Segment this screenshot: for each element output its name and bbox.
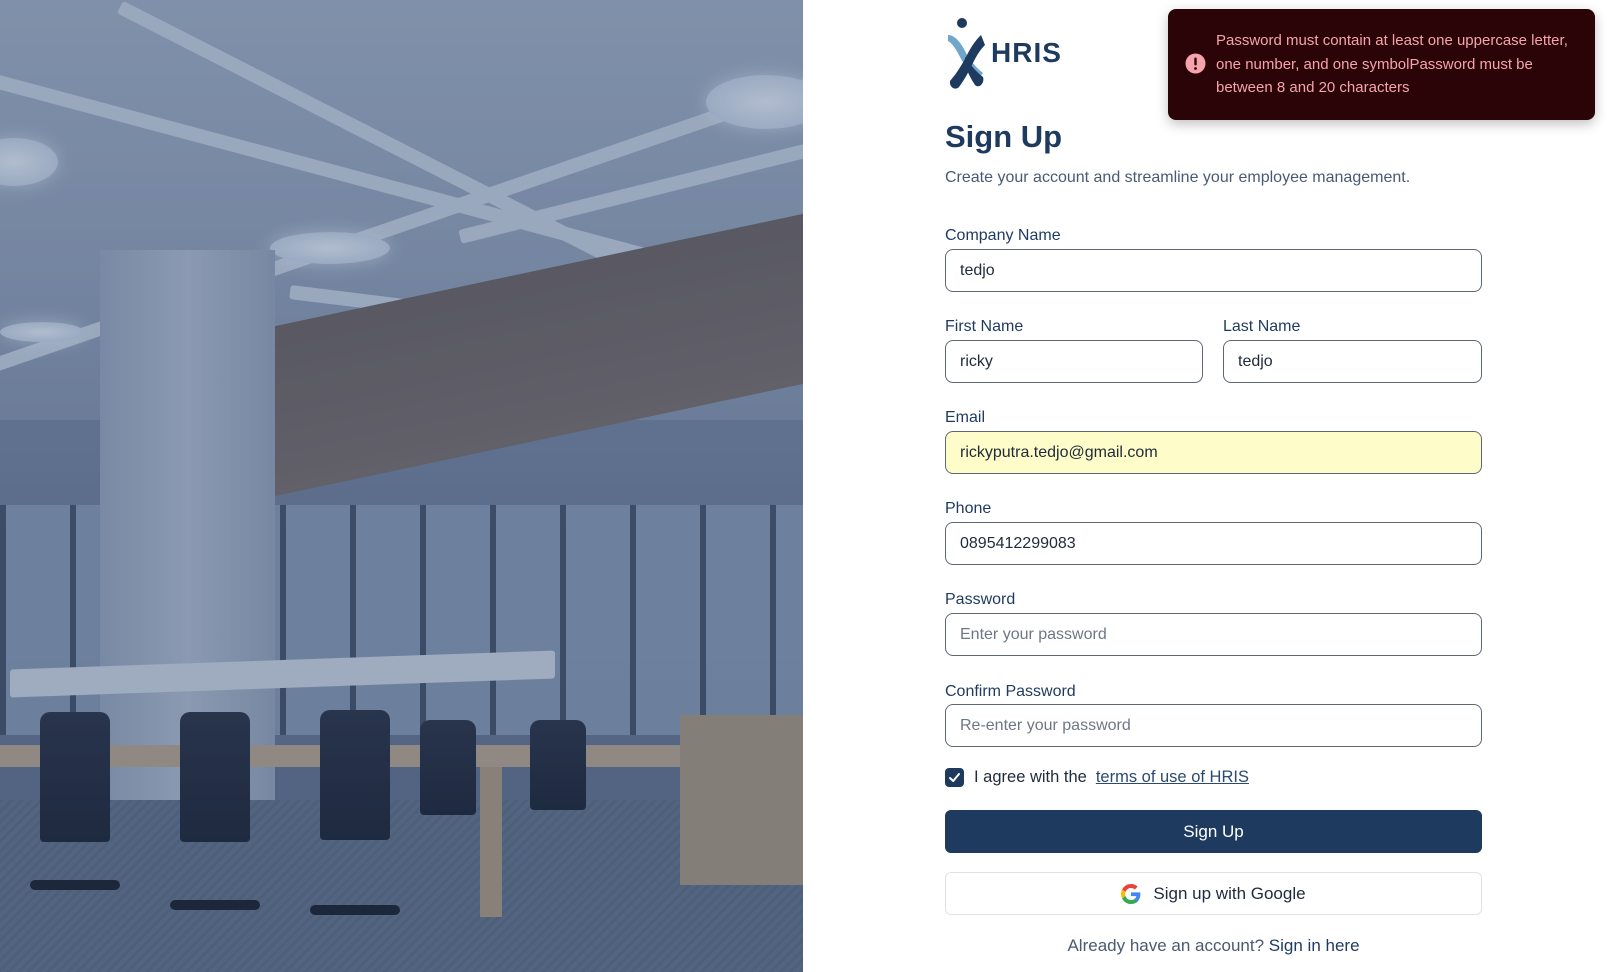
company-name-input[interactable]: tedjo [945, 249, 1482, 292]
email-value: rickyputra.tedjo@gmail.com [960, 443, 1158, 461]
toast-message: Password must contain at least one upper… [1216, 32, 1568, 96]
agree-text: I agree with the [974, 768, 1087, 786]
google-sign-up-button[interactable]: Sign up with Google [945, 872, 1482, 915]
email-input[interactable]: rickyputra.tedjo@gmail.com [945, 431, 1482, 474]
office-photo [0, 0, 803, 972]
company-name-value: tedjo [960, 261, 995, 279]
sign-up-button-label: Sign Up [1183, 821, 1244, 841]
sign-up-button[interactable]: Sign Up [945, 810, 1482, 853]
sign-in-prompt: Already have an account? Sign in here [945, 936, 1482, 956]
page-subtitle: Create your account and streamline your … [945, 169, 1411, 186]
signup-page: HRIS Sign Up Create your account and str… [0, 0, 1607, 972]
sign-in-prompt-text: Already have an account? [1067, 936, 1265, 955]
sign-in-link[interactable]: Sign in here [1269, 936, 1360, 955]
company-name-label: Company Name [945, 227, 1061, 244]
agree-checkbox[interactable] [945, 768, 964, 787]
phone-label: Phone [945, 500, 992, 517]
error-toast: Password must contain at least one upper… [1168, 9, 1595, 120]
hris-logo-icon [948, 18, 985, 89]
alert-circle-icon [1185, 53, 1206, 74]
checkmark-icon [949, 773, 960, 782]
terms-agreement: I agree with the terms of use of HRIS [945, 768, 1249, 787]
password-label: Password [945, 591, 1016, 608]
confirm-password-input[interactable]: Re-enter your password [945, 704, 1482, 747]
first-name-value: ricky [960, 352, 993, 370]
last-name-input[interactable]: tedjo [1223, 340, 1482, 383]
confirm-password-label: Confirm Password [945, 683, 1076, 700]
first-name-label: First Name [945, 318, 1024, 335]
password-placeholder: Enter your password [960, 625, 1107, 643]
logo-text: HRIS [991, 37, 1062, 68]
page-title: Sign Up [945, 119, 1063, 154]
google-sign-up-label: Sign up with Google [1153, 883, 1306, 903]
first-name-input[interactable]: ricky [945, 340, 1203, 383]
confirm-password-placeholder: Re-enter your password [960, 716, 1131, 734]
phone-value: 0895412299083 [960, 534, 1076, 552]
email-label: Email [945, 409, 986, 426]
google-icon [1121, 883, 1141, 904]
phone-input[interactable]: 0895412299083 [945, 522, 1482, 565]
terms-link[interactable]: terms of use of HRIS [1096, 768, 1249, 787]
password-input[interactable]: Enter your password [945, 613, 1482, 656]
last-name-label: Last Name [1223, 318, 1301, 335]
last-name-value: tedjo [1238, 352, 1273, 370]
